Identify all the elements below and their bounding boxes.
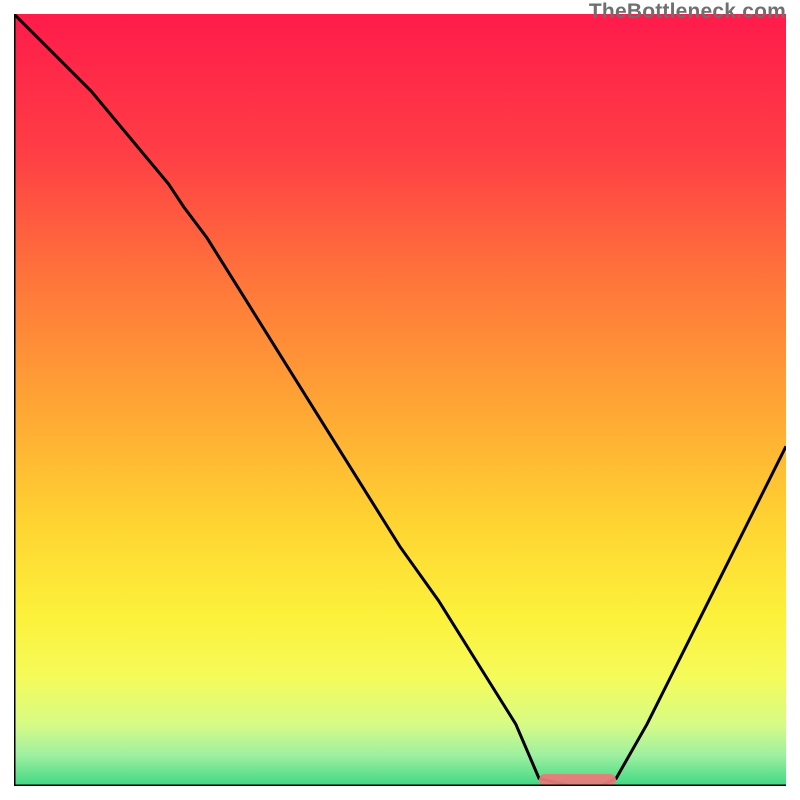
plot-area: [14, 14, 786, 786]
chart-stage: TheBottleneck.com: [0, 0, 800, 800]
axes: [14, 14, 786, 786]
watermark-label: TheBottleneck.com: [589, 0, 786, 24]
